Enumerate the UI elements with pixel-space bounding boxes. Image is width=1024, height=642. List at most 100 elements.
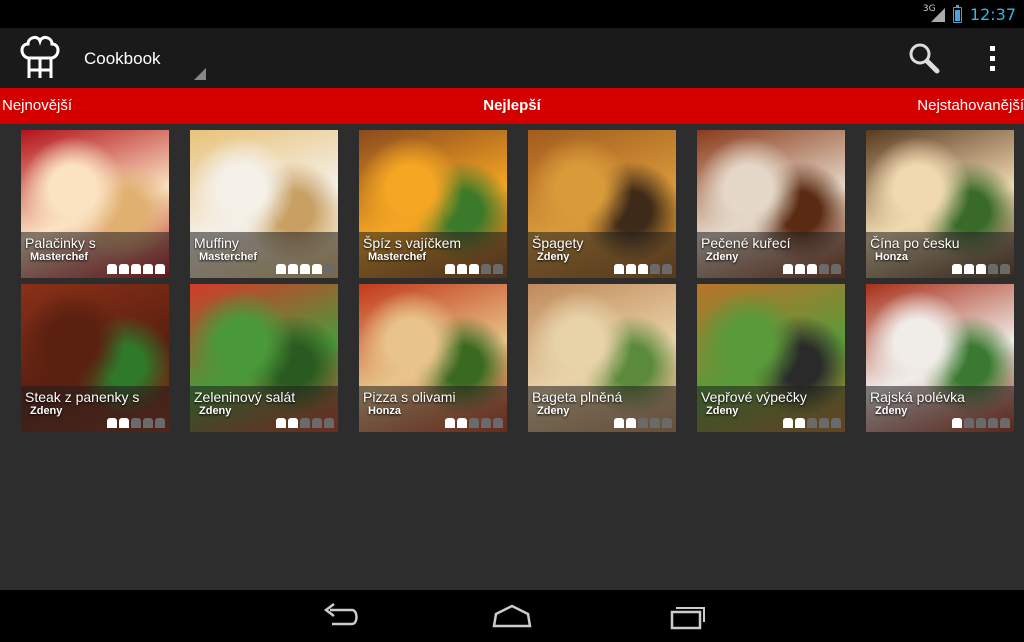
recipe-author: Zdeny [875,405,908,417]
recipe-author: Honza [368,405,401,417]
chef-hat-rating-icon [119,418,129,428]
chef-hat-rating-icon [469,264,479,274]
recipe-title: Špagety [532,235,584,251]
chef-hat-rating-icon [107,418,117,428]
recipe-rating [445,264,503,274]
chef-hat-rating-icon [312,264,322,274]
chef-hat-rating-icon [143,264,153,274]
recipe-card[interactable]: Palačinky s Masterchef [21,130,169,278]
chef-hat-rating-icon [155,418,165,428]
chef-hat-rating-icon [626,264,636,274]
recipe-rating [276,264,334,274]
chef-hat-rating-icon [952,418,962,428]
chef-hat-rating-icon [662,418,672,428]
app-title-spinner[interactable]: Cookbook [84,49,161,69]
recipe-card[interactable]: Pečené kuřecí Zdeny [697,130,845,278]
recipe-title: Pečené kuřecí [701,235,791,251]
recipe-title: Zeleninový salát [194,389,296,405]
chef-hat-rating-icon [324,418,334,428]
chef-hat-rating-icon [964,418,974,428]
chef-hat-icon[interactable] [18,34,62,82]
chef-hat-rating-icon [481,418,491,428]
recipe-card[interactable]: Vepřové výpečky Zdeny [697,284,845,432]
recipe-author: Masterchef [199,251,258,263]
chef-hat-rating-icon [469,418,479,428]
recipe-card[interactable]: Pizza s olivami Honza [359,284,507,432]
chef-hat-rating-icon [493,264,503,274]
recipe-card[interactable]: Špíz s vajíčkem Masterchef [359,130,507,278]
recipe-author: Masterchef [30,251,89,263]
recipe-title: Bageta plněná [532,389,623,405]
chef-hat-rating-icon [831,264,841,274]
chef-hat-rating-icon [614,264,624,274]
chef-hat-rating-icon [276,418,286,428]
tab-nejnovejsi[interactable]: Nejnovější [2,97,72,114]
back-icon[interactable] [318,600,362,632]
chef-hat-rating-icon [831,418,841,428]
chef-hat-rating-icon [300,418,310,428]
recipe-rating [614,418,672,428]
chef-hat-rating-icon [795,264,805,274]
clock: 12:37 [969,4,1016,24]
recipe-author: Masterchef [368,251,427,263]
recipe-card[interactable]: Bageta plněná Zdeny [528,284,676,432]
recipe-title: Palačinky s [25,235,96,251]
home-icon[interactable] [490,600,534,632]
chef-hat-rating-icon [988,264,998,274]
chef-hat-rating-icon [300,264,310,274]
chef-hat-rating-icon [131,418,141,428]
action-bar: Cookbook [0,28,1024,88]
recipe-rating [783,418,841,428]
recipe-author: Zdeny [30,405,63,417]
signal-icon: 3G [923,4,945,24]
chef-hat-rating-icon [1000,264,1010,274]
recipe-author: Zdeny [537,405,570,417]
chef-hat-rating-icon [976,418,986,428]
recipe-author: Zdeny [199,405,232,417]
chef-hat-rating-icon [650,264,660,274]
chef-hat-rating-icon [445,264,455,274]
recipe-rating [107,264,165,274]
recipe-card[interactable]: Muffiny Masterchef [190,130,338,278]
recipe-card[interactable]: Rajská polévka Zdeny [866,284,1014,432]
recipe-author: Zdeny [706,251,739,263]
chef-hat-rating-icon [457,264,467,274]
recipe-card[interactable]: Špagety Zdeny [528,130,676,278]
chef-hat-rating-icon [312,418,322,428]
chef-hat-rating-icon [119,264,129,274]
overflow-menu-icon[interactable] [984,40,1000,76]
chef-hat-rating-icon [819,264,829,274]
recipe-author: Honza [875,251,908,263]
chef-hat-rating-icon [964,264,974,274]
recipe-title: Muffiny [194,235,239,251]
chef-hat-rating-icon [143,418,153,428]
recipe-card[interactable]: Steak z panenky s Zdeny [21,284,169,432]
recipe-rating [445,418,503,428]
recipe-card[interactable]: Zeleninový salát Zdeny [190,284,338,432]
recipe-rating [107,418,165,428]
chef-hat-rating-icon [276,264,286,274]
tab-nejlepsi[interactable]: Nejlepší [0,97,1024,114]
recipe-title: Pizza s olivami [363,389,456,405]
chef-hat-rating-icon [288,264,298,274]
battery-icon [952,5,962,23]
recipe-card[interactable]: Čína po česku Honza [866,130,1014,278]
recent-apps-icon[interactable] [666,600,710,632]
chef-hat-rating-icon [650,418,660,428]
chef-hat-rating-icon [626,418,636,428]
chef-hat-rating-icon [493,418,503,428]
search-icon[interactable] [904,38,944,78]
chef-hat-rating-icon [445,418,455,428]
chef-hat-rating-icon [131,264,141,274]
recipe-rating [952,264,1010,274]
chef-hat-rating-icon [638,264,648,274]
chef-hat-rating-icon [807,264,817,274]
chef-hat-rating-icon [988,418,998,428]
tab-strip: Nejlepší Nejnovější Nejstahovanější [0,88,1024,124]
spinner-arrow-icon[interactable] [194,68,206,80]
chef-hat-rating-icon [783,418,793,428]
chef-hat-rating-icon [795,418,805,428]
chef-hat-rating-icon [107,264,117,274]
recipe-title: Rajská polévka [870,389,965,405]
tab-nejstahovanejsi[interactable]: Nejstahovanější [917,97,1024,114]
